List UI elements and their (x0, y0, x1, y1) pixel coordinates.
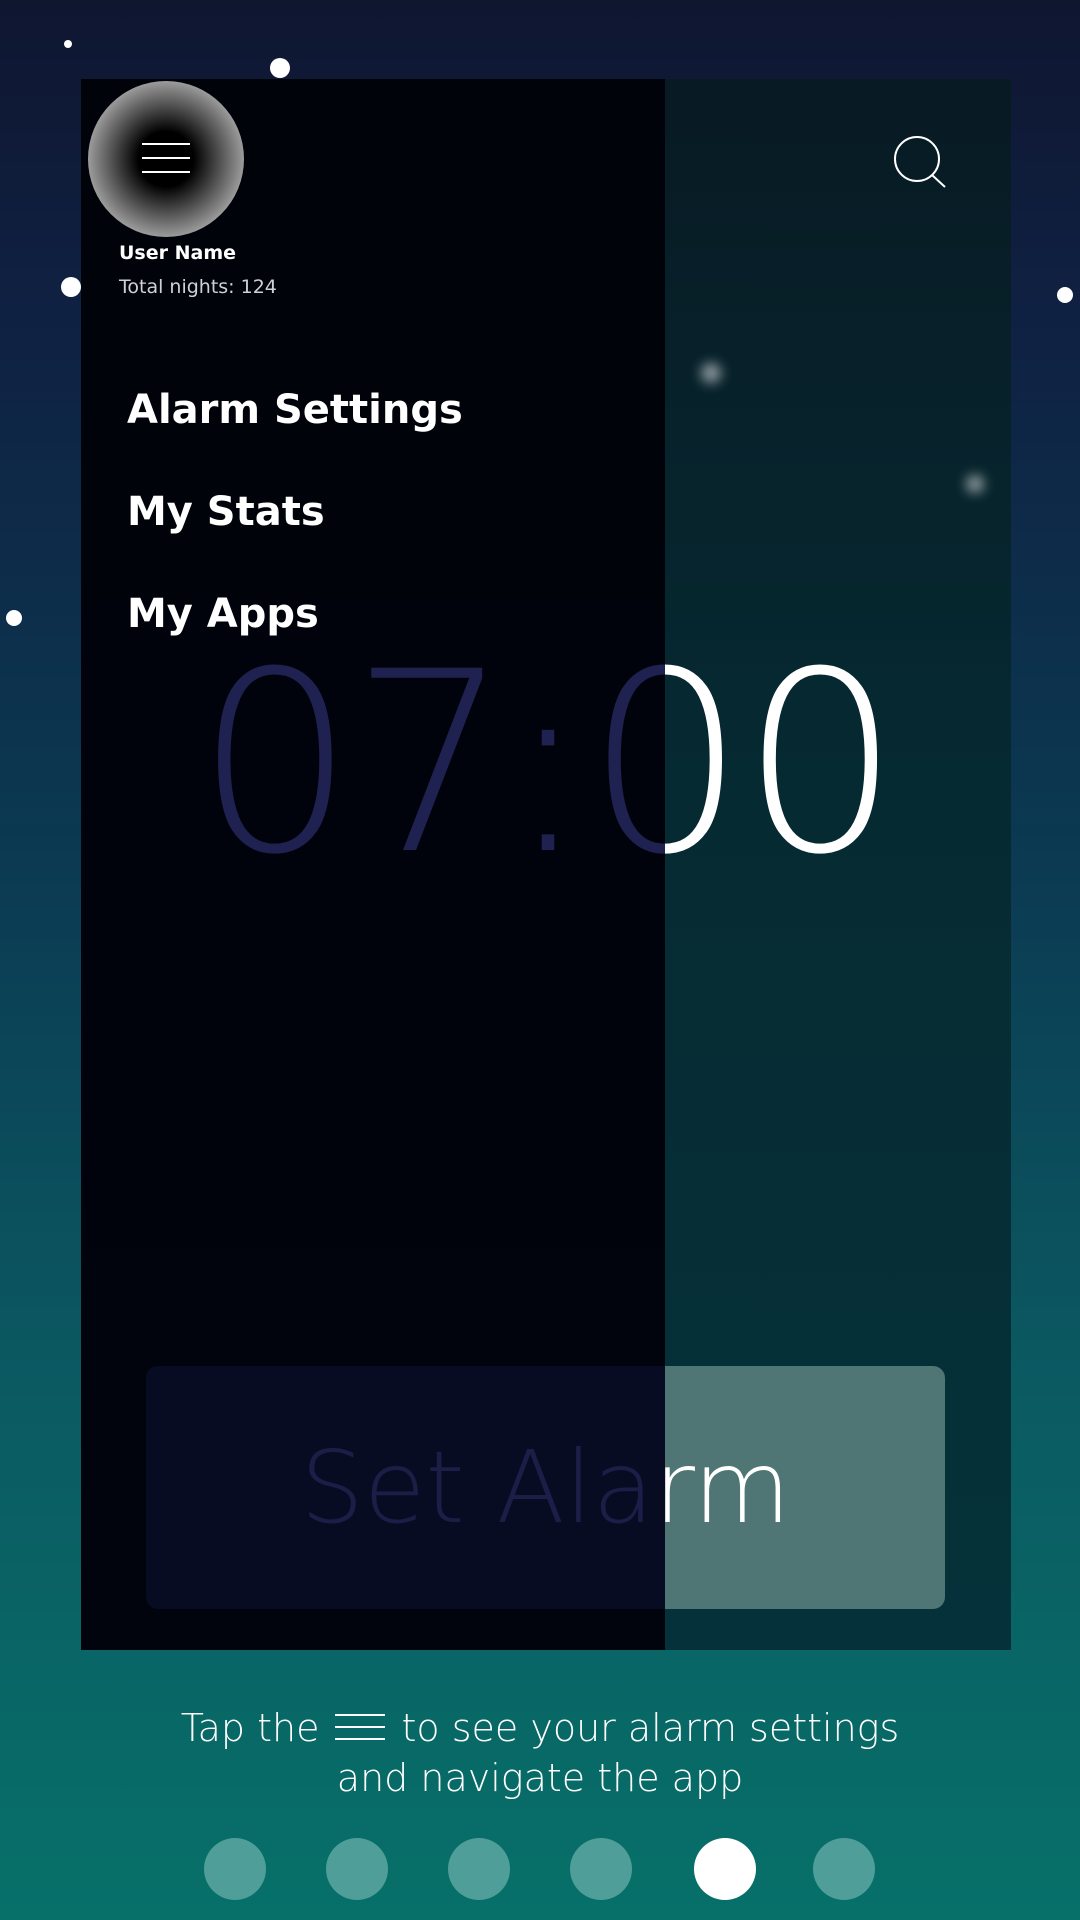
hint-line-2: and navigate the app (336, 1756, 744, 1800)
total-nights: Total nights: 124 (119, 276, 277, 298)
menu-item-my-apps[interactable]: My Apps (127, 591, 319, 637)
menu-icon[interactable] (88, 81, 244, 237)
page-dot-4[interactable] (570, 1838, 632, 1900)
user-name: User Name (119, 242, 237, 264)
page-dot-1[interactable] (204, 1838, 266, 1900)
decorative-star (1057, 287, 1073, 303)
decorative-star (6, 610, 22, 626)
decorative-star (64, 40, 72, 48)
alarm-time-dimmed: 07:00 (195, 618, 665, 909)
hint-line-1: Tap the to see your alarm settings (0, 1703, 1080, 1753)
set-alarm-button-dimmed: Set Alarm (146, 1366, 665, 1609)
navigation-drawer: 07:00 Set Alarm User Name Total nights: … (81, 79, 665, 1650)
page-indicator (0, 1838, 1080, 1902)
app-screen: 07:00 Set Alarm 07:00 Set Alarm User Nam… (81, 79, 1011, 1650)
decorative-star (966, 475, 984, 493)
page-dot-5[interactable] (694, 1838, 756, 1900)
page-dot-6[interactable] (813, 1838, 875, 1900)
page-dot-3[interactable] (448, 1838, 510, 1900)
menu-item-alarm-settings[interactable]: Alarm Settings (127, 387, 463, 433)
hint-text-before: Tap the (180, 1706, 320, 1750)
tutorial-hint: Tap the to see your alarm settings and na… (0, 1703, 1080, 1803)
menu-icon (335, 1712, 386, 1742)
decorative-star (61, 277, 81, 297)
search-icon[interactable] (891, 135, 947, 191)
decorative-star (270, 58, 290, 78)
page-dot-2[interactable] (326, 1838, 388, 1900)
hint-text-after: to see your alarm settings (401, 1706, 900, 1750)
decorative-star (701, 363, 721, 383)
menu-item-my-stats[interactable]: My Stats (127, 489, 325, 535)
